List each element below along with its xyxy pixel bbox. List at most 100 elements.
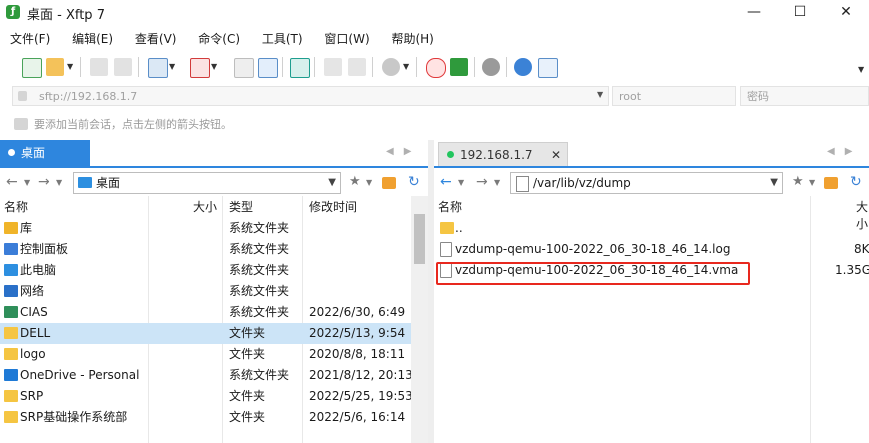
copy-icon[interactable] [324,58,342,76]
remote-back-icon[interactable]: ← [440,174,452,190]
connect-icon[interactable] [90,58,108,76]
window-title: 桌面 - Xftp 7 [27,8,105,23]
menu-edit[interactable]: 编辑(E) [72,28,113,50]
new-session-icon[interactable] [22,58,42,78]
open-dropdown-icon[interactable]: ▼ [67,62,73,71]
remote-forward-dropdown-icon[interactable]: ▼ [494,178,500,187]
menu-file[interactable]: 文件(F) [10,28,50,50]
file-type: 系统文件夹 [229,221,290,235]
open-folder-icon[interactable] [46,58,64,76]
gear-icon[interactable] [482,58,500,76]
table-row[interactable]: DELL 文件夹 2022/5/13, 9:54 [0,323,411,344]
file-type: 系统文件夹 [229,242,290,256]
file-name: 库 [20,221,33,235]
left-tab-nav-icon[interactable]: ◀▶ [386,146,421,157]
table-row[interactable]: 网络 系统文件夹 [0,281,411,302]
xftp-icon[interactable] [450,58,468,76]
remote-refresh-icon[interactable]: ↻ [850,174,862,190]
remote-forward-icon[interactable]: → [476,174,488,190]
remote-path-dropdown-icon[interactable]: ▼ [770,173,778,193]
add-session-icon[interactable] [14,118,28,130]
tab-local-label: 桌面 [21,146,46,160]
refresh-icon[interactable]: ↻ [408,174,420,190]
favorite-dropdown-icon[interactable]: ▼ [366,178,372,187]
toolbar-separator [282,57,283,77]
table-row[interactable]: OneDrive - Personal 系统文件夹 2021/8/12, 20:13 [0,365,413,386]
remote-favorite-icon[interactable]: ★ [792,174,804,189]
path-dropdown-icon[interactable]: ▼ [328,173,336,193]
minimize-button[interactable]: — [731,0,777,24]
forward-dropdown-icon[interactable]: ▼ [56,178,62,187]
remote-back-dropdown-icon[interactable]: ▼ [458,178,464,187]
folder-icon [4,390,18,402]
play-dropdown-icon[interactable]: ▼ [211,62,217,71]
maximize-button[interactable]: ☐ [777,0,823,24]
column-modified[interactable]: 修改时间 [309,198,357,215]
local-scroll-thumb[interactable] [414,214,425,264]
paste-icon[interactable] [348,58,366,76]
password-input[interactable]: 密码 [740,86,869,106]
file-modified: 2022/5/6, 16:14 [309,410,406,424]
folder-icon [4,411,18,423]
control-panel-icon [4,243,18,255]
new-file-icon[interactable] [234,58,254,78]
tab-remote[interactable]: 192.168.1.7 ✕ [438,142,568,166]
file-name: .. [455,221,463,235]
folder-icon [4,348,18,360]
favorite-icon[interactable]: ★ [349,174,361,189]
local-vertical-scrollbar[interactable] [411,196,428,443]
back-icon[interactable]: ← [6,174,18,190]
menu-window[interactable]: 窗口(W) [324,28,369,50]
column-size[interactable]: 大小 [193,198,217,215]
connected-status-icon [447,151,454,158]
toolbar-overflow-icon[interactable]: ▼ [858,65,864,74]
local-status-icon [8,149,15,156]
home-folder-icon[interactable] [382,177,396,189]
tab-close-icon[interactable]: ✕ [551,143,561,167]
column-name[interactable]: 名称 [4,198,28,215]
menu-tools[interactable]: 工具(T) [262,28,303,50]
right-tab-nav-icon[interactable]: ◀▶ [827,146,862,157]
table-row[interactable]: 此电脑 系统文件夹 [0,260,411,281]
remote-home-icon[interactable] [824,177,838,189]
properties-icon[interactable] [148,58,168,78]
file-type: 系统文件夹 [229,305,290,319]
table-row[interactable]: vzdump-qemu-100-2022_06_30-18_46_14.log 8… [434,239,869,260]
username-input[interactable]: root [612,86,736,106]
host-input[interactable]: sftp://192.168.1.7 [12,86,609,106]
play-icon[interactable] [190,58,210,78]
table-row[interactable]: 控制面板 系统文件夹 [0,239,411,260]
toolbar-separator [138,57,139,77]
transfer-icon[interactable] [258,58,278,78]
chat-icon[interactable] [538,58,558,78]
remote-column-name[interactable]: 名称 [438,198,462,215]
table-row[interactable]: logo 文件夹 2020/8/8, 18:11 [0,344,411,365]
menu-help[interactable]: 帮助(H) [391,28,433,50]
table-row[interactable]: CIAS 系统文件夹 2022/6/30, 6:49 [0,302,411,323]
back-dropdown-icon[interactable]: ▼ [24,178,30,187]
properties-dropdown-icon[interactable]: ▼ [169,62,175,71]
menu-view[interactable]: 查看(V) [135,28,177,50]
table-row[interactable]: SRP基础操作系统部 文件夹 2022/5/6, 16:14 [0,407,411,428]
disconnect-icon[interactable] [114,58,132,76]
file-name: logo [20,347,46,361]
network-icon [4,285,18,297]
sync-icon[interactable] [290,58,310,78]
status-circle-icon[interactable] [382,58,400,76]
status-dropdown-icon[interactable]: ▼ [403,62,409,71]
help-icon[interactable] [514,58,532,76]
column-type[interactable]: 类型 [229,198,253,215]
table-row[interactable]: 库 系统文件夹 [0,218,411,239]
remote-favorite-dropdown-icon[interactable]: ▼ [809,178,815,187]
remote-path-input[interactable]: /var/lib/vz/dump ▼ [510,172,783,194]
host-dropdown-icon[interactable]: ▼ [597,90,603,99]
menu-command[interactable]: 命令(C) [198,28,240,50]
local-path-input[interactable]: 桌面 ▼ [73,172,341,194]
forward-icon[interactable]: → [38,174,50,190]
table-row[interactable]: SRP 文件夹 2022/5/25, 19:53 [0,386,413,407]
tab-local[interactable]: 桌面 [0,140,90,166]
file-name: 此电脑 [20,263,57,277]
close-window-button[interactable]: ✕ [823,0,869,24]
xshell-icon[interactable] [426,58,446,78]
table-row[interactable]: .. [434,218,869,239]
